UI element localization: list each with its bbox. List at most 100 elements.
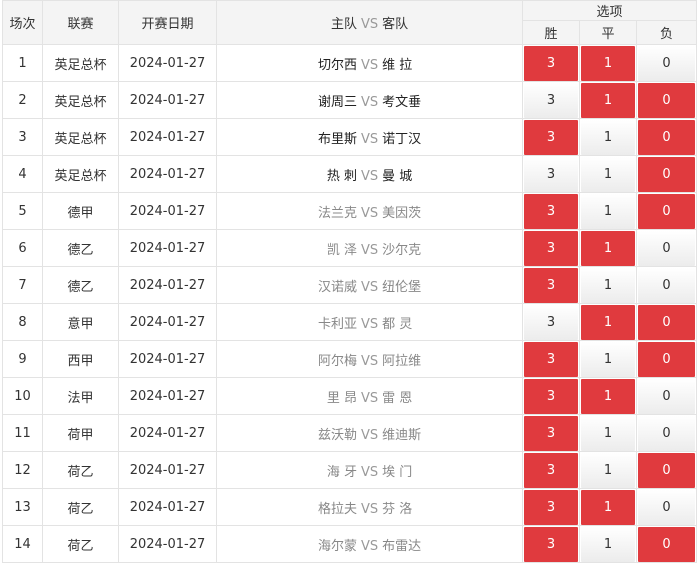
option-win-button[interactable]: 3 [524, 193, 578, 229]
option-lose-button[interactable]: 0 [638, 526, 696, 562]
option-lose-button[interactable]: 0 [638, 119, 696, 155]
option-win-button[interactable]: 3 [524, 415, 578, 451]
option-draw-button[interactable]: 1 [581, 156, 635, 192]
home-team: 切尔西 [317, 57, 357, 73]
table-row: 9 西甲 2024-01-27 阿尔梅 VS 阿拉维 3 1 0 [2, 340, 697, 378]
option-cell-lose: 0 [635, 44, 697, 82]
option-cell-win: 3 [522, 229, 580, 267]
option-cell-win: 3 [522, 44, 580, 82]
match-rows: 1 英足总杯 2024-01-27 切尔西 VS 维 拉 3 1 0 2 英足总杯 2024-01-2… [2, 44, 697, 563]
match-date: 2024-01-27 [118, 525, 217, 563]
vs-label: VS [361, 316, 379, 332]
vs-label: VS [361, 131, 379, 147]
option-lose-button[interactable]: 0 [638, 230, 696, 266]
away-team: 诺丁汉 [382, 131, 422, 147]
match-teams: 汉诺威 VS 纽伦堡 [216, 266, 523, 304]
option-lose-button[interactable]: 0 [638, 267, 696, 303]
option-win-button[interactable]: 3 [524, 526, 578, 562]
match-teams: 海尔蒙 VS 布雷达 [216, 525, 523, 563]
option-win-button[interactable]: 3 [524, 304, 578, 340]
table-row: 10 法甲 2024-01-27 里 昂 VS 雷 恩310 [2, 377, 697, 415]
option-draw-button[interactable]: 1 [581, 415, 635, 451]
league-name: 荷乙 [42, 488, 119, 526]
option-cell-win: 3 [522, 303, 580, 341]
match-index: 2 [2, 81, 43, 119]
option-win-button[interactable]: 3 [524, 267, 578, 303]
option-cell-win: 3 [522, 192, 580, 230]
option-draw-button[interactable]: 1 [581, 119, 635, 155]
match-date: 2024-01-27 [118, 340, 217, 378]
option-cell-win: 3 [522, 525, 580, 563]
option-win-button[interactable]: 3 [524, 119, 578, 155]
option-lose-button[interactable]: 0 [638, 304, 696, 340]
option-cell-draw: 1 [579, 488, 637, 526]
vs-label: VS [361, 501, 379, 517]
option-lose-button[interactable]: 0 [638, 156, 696, 192]
option-draw-button[interactable]: 1 [581, 378, 635, 414]
match-index: 5 [2, 192, 43, 230]
header-date: 开赛日期 [118, 0, 217, 45]
option-lose-button[interactable]: 0 [638, 341, 696, 377]
option-win-button[interactable]: 3 [524, 230, 578, 266]
option-win-button[interactable]: 3 [524, 82, 578, 118]
vs-label: VS [361, 427, 379, 443]
option-cell-draw: 1 [579, 192, 637, 230]
match-teams: 凯 泽 VS 沙尔克 [216, 229, 523, 267]
away-team: 纽伦堡 [382, 279, 422, 295]
option-lose-button[interactable]: 0 [638, 415, 696, 451]
match-table: 场次 联赛 开赛日期 主队 VS 客队 选项 胜 平 负 1 英足总杯 2024-01-… [2, 0, 697, 563]
table-row: 13 荷乙 2024-01-27 格拉夫 VS 芬 洛310 [2, 488, 697, 526]
option-lose-button[interactable]: 0 [638, 82, 696, 118]
option-cell-lose: 0 [635, 229, 697, 267]
match-index: 4 [2, 155, 43, 193]
option-lose-button[interactable]: 0 [638, 378, 696, 414]
match-teams: 卡利亚 VS 都 灵 [216, 303, 523, 341]
option-draw-button[interactable]: 1 [581, 489, 635, 525]
option-win-button[interactable]: 3 [524, 452, 578, 488]
option-cell-draw: 1 [579, 118, 637, 156]
option-draw-button[interactable]: 1 [581, 452, 635, 488]
vs-label: VS [361, 242, 379, 258]
option-lose-button[interactable]: 0 [638, 489, 696, 525]
league-name: 西甲 [42, 340, 119, 378]
option-draw-button[interactable]: 1 [581, 193, 635, 229]
option-draw-button[interactable]: 1 [581, 230, 635, 266]
header-match: 主队 VS 客队 [216, 0, 523, 45]
option-lose-button[interactable]: 0 [638, 193, 696, 229]
option-win-button[interactable]: 3 [524, 156, 578, 192]
match-index: 11 [2, 414, 43, 452]
match-index: 14 [2, 525, 43, 563]
option-draw-button[interactable]: 1 [581, 267, 635, 303]
option-lose-button[interactable]: 0 [638, 452, 696, 488]
vs-label: VS [361, 464, 379, 480]
option-win-button[interactable]: 3 [524, 45, 578, 81]
home-team: 汉诺威 [317, 279, 357, 295]
option-draw-button[interactable]: 1 [581, 304, 635, 340]
option-cell-win: 3 [522, 488, 580, 526]
option-cell-draw: 1 [579, 525, 637, 563]
table-row: 6 德乙 2024-01-27 凯 泽 VS 沙尔克 3 1 0 [2, 229, 697, 267]
option-win-button[interactable]: 3 [524, 341, 578, 377]
option-lose-button[interactable]: 0 [638, 45, 696, 81]
vs-label: VS [361, 94, 379, 110]
option-draw-button[interactable]: 1 [581, 341, 635, 377]
option-draw-button[interactable]: 1 [581, 526, 635, 562]
match-index: 6 [2, 229, 43, 267]
option-win-button[interactable]: 3 [524, 489, 578, 525]
option-draw-button[interactable]: 1 [581, 45, 635, 81]
option-draw-button[interactable]: 1 [581, 82, 635, 118]
table-row: 14 荷乙 2024-01-27 海尔蒙 VS 布雷达 3 1 0 [2, 525, 697, 563]
match-date: 2024-01-27 [118, 488, 217, 526]
table-row: 2 英足总杯 2024-01-27 谢周三 VS 考文垂 3 1 0 [2, 81, 697, 119]
match-teams: 法兰克 VS 美因茨 [216, 192, 523, 230]
league-name: 意甲 [42, 303, 119, 341]
match-index: 1 [2, 44, 43, 82]
header-vs: VS [361, 17, 379, 32]
header-league: 联赛 [42, 0, 119, 45]
home-team: 热 刺 [326, 168, 357, 184]
match-index: 13 [2, 488, 43, 526]
option-win-button[interactable]: 3 [524, 378, 578, 414]
table-row: 8 意甲 2024-01-27 卡利亚 VS 都 灵310 [2, 303, 697, 341]
option-cell-win: 3 [522, 414, 580, 452]
option-cell-lose: 0 [635, 155, 697, 193]
